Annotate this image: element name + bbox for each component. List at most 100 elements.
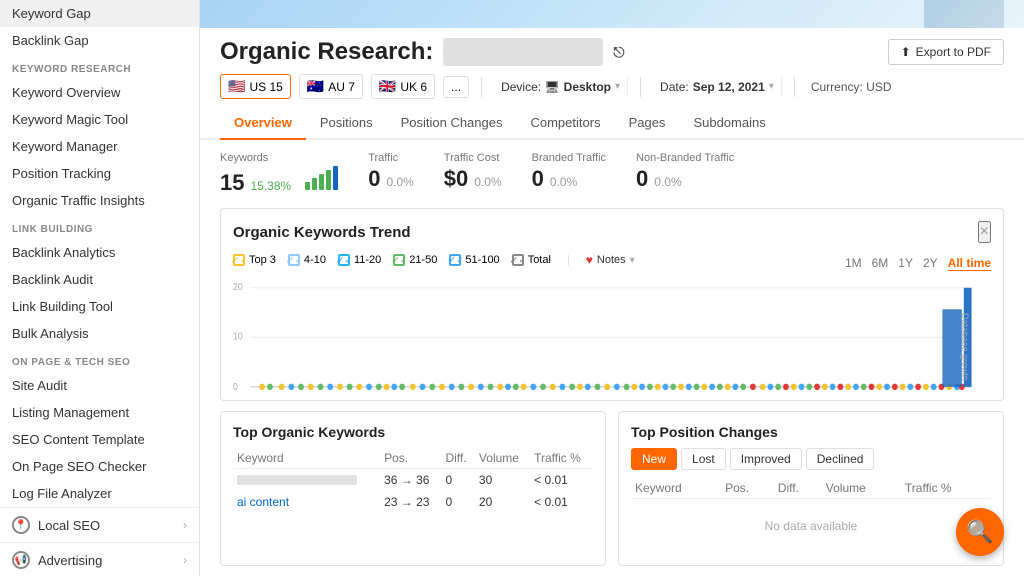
pos-tab-new[interactable]: New: [631, 448, 677, 470]
tab-competitors[interactable]: Competitors: [516, 107, 614, 140]
sidebar-item-keyword-overview[interactable]: Keyword Overview: [0, 79, 199, 106]
time-1m[interactable]: 1M: [845, 256, 862, 270]
sidebar: Keyword Gap Backlink Gap KEYWORD RESEARC…: [0, 0, 200, 576]
tab-positions[interactable]: Positions: [306, 107, 387, 140]
sidebar-group-local-seo[interactable]: 📍 Local SEO ›: [0, 507, 199, 542]
svg-text:10: 10: [233, 331, 243, 341]
sidebar-item-keyword-gap[interactable]: Keyword Gap: [0, 0, 199, 27]
legend-total[interactable]: ✓ Total: [512, 254, 551, 266]
date-filter[interactable]: Date: Sep 12, 2021 ▾: [653, 77, 782, 97]
sidebar-top-items: Keyword Gap Backlink Gap: [0, 0, 199, 54]
sidebar-item-site-audit[interactable]: Site Audit: [0, 372, 199, 399]
pos-tab-declined[interactable]: Declined: [806, 448, 875, 470]
tab-position-changes[interactable]: Position Changes: [387, 107, 517, 140]
time-6m[interactable]: 6M: [872, 256, 889, 270]
stat-branded-traffic: Branded Traffic 0 0.0%: [532, 152, 606, 196]
top-organic-keywords-panel: Top Organic Keywords Keyword Pos. Diff. …: [220, 411, 606, 566]
chart-area: 20 10 0: [233, 277, 991, 401]
advertising-icon: 📢: [12, 551, 30, 569]
legend-total-checkbox[interactable]: ✓: [512, 254, 524, 266]
sidebar-item-bulk-analysis[interactable]: Bulk Analysis: [0, 320, 199, 347]
col-volume: Volume: [475, 448, 530, 469]
col-pos: Pos.: [721, 478, 774, 499]
sidebar-item-listing-management[interactable]: Listing Management: [0, 399, 199, 426]
pos-tab-lost[interactable]: Lost: [681, 448, 726, 470]
col-traffic: Traffic %: [530, 448, 593, 469]
main-content: Organic Research: ⎋ ⬆ Export to PDF 🇺🇸 U…: [200, 0, 1024, 576]
sidebar-section-keyword-research: KEYWORD RESEARCH: [0, 54, 199, 79]
table-header-row: Keyword Pos. Diff. Volume Traffic %: [631, 478, 991, 499]
tab-pages[interactable]: Pages: [615, 107, 680, 140]
chevron-right-icon: ›: [183, 518, 187, 532]
svg-text:Jan 14: Jan 14: [390, 399, 414, 401]
sidebar-item-keyword-manager[interactable]: Keyword Manager: [0, 133, 199, 160]
time-2y[interactable]: 2Y: [923, 256, 938, 270]
legend-21-50[interactable]: ✓ 21-50: [393, 254, 437, 266]
export-pdf-button[interactable]: ⬆ Export to PDF: [888, 39, 1004, 65]
external-link-icon[interactable]: ⎋: [613, 44, 624, 61]
time-all[interactable]: All time: [948, 256, 991, 271]
legend-4-10-checkbox[interactable]: ✓: [288, 254, 300, 266]
legend-top3[interactable]: ✓ Top 3: [233, 254, 276, 266]
legend-21-50-checkbox[interactable]: ✓: [393, 254, 405, 266]
sidebar-section-on-page: ON PAGE & TECH SEO: [0, 347, 199, 372]
country-uk-tag[interactable]: 🇬🇧 UK 6: [371, 74, 435, 99]
chart-close-button[interactable]: ×: [978, 221, 991, 243]
chevron-right-icon: ›: [183, 553, 187, 567]
svg-text:Jan 17: Jan 17: [600, 399, 624, 401]
col-traffic: Traffic %: [901, 478, 991, 499]
svg-text:20: 20: [233, 282, 243, 292]
chart-title: Organic Keywords Trend: [233, 224, 411, 241]
currency-label: Currency: USD: [811, 80, 892, 94]
tab-overview[interactable]: Overview: [220, 107, 306, 140]
time-range-selector: 1M 6M 1Y 2Y All time: [845, 256, 991, 271]
table-header-row: Keyword Pos. Diff. Volume Traffic %: [233, 448, 593, 469]
position-changes-table: Keyword Pos. Diff. Volume Traffic % No d…: [631, 478, 991, 553]
country-au-tag[interactable]: 🇦🇺 AU 7: [299, 74, 363, 99]
legend-4-10[interactable]: ✓ 4-10: [288, 254, 326, 266]
svg-text:Jan 16: Jan 16: [530, 399, 554, 401]
sidebar-item-backlink-audit[interactable]: Backlink Audit: [0, 266, 199, 293]
legend-top3-checkbox[interactable]: ✓: [233, 254, 245, 266]
col-keyword: Keyword: [631, 478, 721, 499]
table-row: No data available: [631, 499, 991, 554]
col-pos: Pos.: [380, 448, 441, 469]
sidebar-item-position-tracking[interactable]: Position Tracking: [0, 160, 199, 187]
device-filter[interactable]: Device: 🖥 Desktop ▾: [494, 77, 628, 97]
more-countries-button[interactable]: ...: [443, 76, 469, 98]
table-row: ai content 23 → 23 0 20 < 0.01: [233, 491, 593, 513]
search-fab-button[interactable]: 🔍: [956, 508, 1004, 556]
chart-svg: 20 10 0: [233, 277, 991, 401]
heart-icon: ♥: [586, 253, 593, 267]
notes-button[interactable]: ♥ Notes ▾: [586, 253, 635, 267]
stat-traffic-cost: Traffic Cost $0 0.0%: [444, 152, 502, 196]
pos-tab-improved[interactable]: Improved: [730, 448, 802, 470]
db-growth-label: Database growth: [960, 313, 970, 381]
domain-placeholder: [443, 38, 603, 66]
sidebar-item-seo-content-template[interactable]: SEO Content Template: [0, 426, 199, 453]
sidebar-item-organic-traffic-insights[interactable]: Organic Traffic Insights: [0, 187, 199, 214]
keyword-link[interactable]: ai content: [237, 495, 289, 509]
legend-51-100[interactable]: ✓ 51-100: [449, 254, 499, 266]
legend-11-20-checkbox[interactable]: ✓: [338, 254, 350, 266]
sidebar-item-on-page-seo-checker[interactable]: On Page SEO Checker: [0, 453, 199, 480]
top-keywords-table: Keyword Pos. Diff. Volume Traffic % 36 →…: [233, 448, 593, 513]
country-us-tag[interactable]: 🇺🇸 US 15: [220, 74, 291, 99]
time-1y[interactable]: 1Y: [898, 256, 913, 270]
top-position-changes-panel: Top Position Changes New Lost Improved D…: [618, 411, 1004, 566]
sidebar-item-link-building-tool[interactable]: Link Building Tool: [0, 293, 199, 320]
device-label: Device: 🖥: [501, 80, 560, 94]
date-label: Date:: [660, 80, 689, 94]
col-diff: Diff.: [441, 448, 474, 469]
sidebar-group-advertising[interactable]: 📢 Advertising ›: [0, 542, 199, 576]
col-diff: Diff.: [774, 478, 822, 499]
sidebar-item-log-file-analyzer[interactable]: Log File Analyzer: [0, 480, 199, 507]
stat-non-branded-traffic: Non-Branded Traffic 0 0.0%: [636, 152, 734, 196]
legend-51-100-checkbox[interactable]: ✓: [449, 254, 461, 266]
sidebar-item-backlink-analytics[interactable]: Backlink Analytics: [0, 239, 199, 266]
sidebar-item-keyword-magic-tool[interactable]: Keyword Magic Tool: [0, 106, 199, 133]
keyword-bar: [237, 475, 357, 485]
tab-subdomains[interactable]: Subdomains: [679, 107, 779, 140]
legend-11-20[interactable]: ✓ 11-20: [338, 254, 381, 266]
sidebar-item-backlink-gap[interactable]: Backlink Gap: [0, 27, 199, 54]
